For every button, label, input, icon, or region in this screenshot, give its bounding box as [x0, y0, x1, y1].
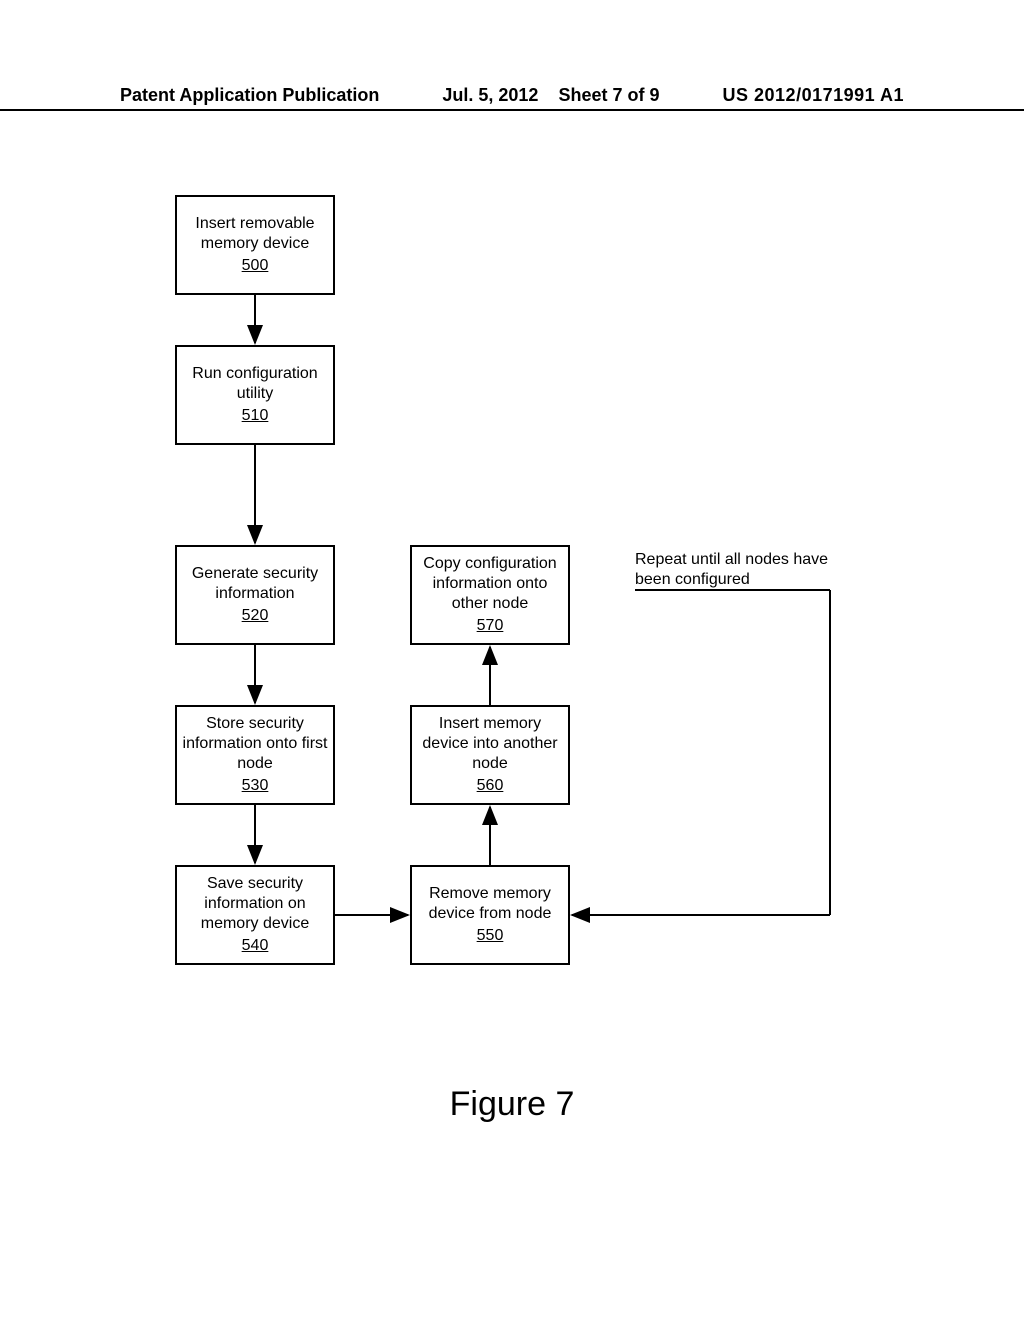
page-header: Patent Application Publication Jul. 5, 2… — [0, 85, 1024, 111]
header-center: Jul. 5, 2012 Sheet 7 of 9 — [442, 85, 659, 106]
header-row: Patent Application Publication Jul. 5, 2… — [0, 85, 1024, 106]
header-sheet: Sheet 7 of 9 — [558, 85, 659, 105]
header-right: US 2012/0171991 A1 — [723, 85, 904, 106]
flow-arrows — [0, 190, 1024, 1090]
flowchart: Insert removable memory device 500 Run c… — [0, 190, 1024, 1090]
page: Patent Application Publication Jul. 5, 2… — [0, 0, 1024, 1320]
figure-caption: Figure 7 — [0, 1085, 1024, 1124]
header-date: Jul. 5, 2012 — [442, 85, 538, 105]
header-left: Patent Application Publication — [120, 85, 379, 106]
